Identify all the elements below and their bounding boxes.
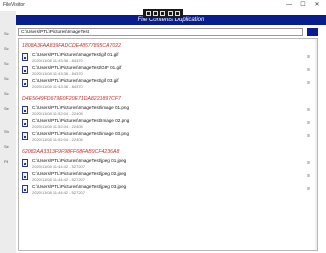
list-item[interactable]: C:\Users\PTL\Pictures\ImageTest\jpeg 01.… (22, 158, 312, 169)
hash-label: 62082AA3313F9F98FF68FAB9CF4236A8 (22, 149, 120, 155)
delete-icon[interactable]: ≡ (307, 107, 310, 113)
file-meta: 2020/11/08 11:44:42 - 527207 (32, 189, 86, 195)
file-icon (22, 119, 28, 127)
file-path: C:\Users\PTL\Pictures\ImageTest\gif 03.g… (32, 78, 119, 83)
file-meta: 2020/11/08 11:44:42 - 527207 (32, 176, 86, 182)
hash-label: 1808A3FAA839FADCDE48577895CA7022 (22, 43, 122, 49)
sidebar-item[interactable]: Sc (4, 76, 16, 81)
file-path: C:\Users\PTL\Pictures\ImageTest\GIF 01.g… (32, 65, 122, 70)
delete-icon[interactable]: ≡ (307, 54, 310, 60)
file-meta: 2020/11/08 11:44:42 - 527207 (32, 163, 86, 169)
list-item[interactable]: C:\Users\PTL\Pictures\ImageTest\Image 02… (22, 118, 312, 129)
list-item[interactable]: C:\Users\PTL\Pictures\ImageTest\jpeg 03.… (22, 184, 312, 195)
file-path: C:\Users\PTL\Pictures\ImageTest\image 03… (32, 131, 130, 136)
file-meta: 2020/11/08 11:43:36 - 84370 (32, 83, 83, 89)
toolbar-expand-icon[interactable] (174, 11, 180, 16)
file-path: C:\Users\PTL\Pictures\ImageTest\Image 02… (32, 118, 130, 123)
file-path: C:\Users\PTL\Pictures\ImageTest\image 01… (32, 105, 130, 110)
file-icon (22, 132, 28, 140)
toolbar-layout-icon[interactable] (160, 11, 166, 16)
scrollbar[interactable] (315, 39, 317, 250)
list-item[interactable]: C:\Users\PTL\Pictures\ImageTest\gif 01.g… (22, 52, 312, 63)
app-title: FileVisitor (3, 2, 25, 8)
list-item[interactable]: C:\Users\PTL\Pictures\ImageTest\image 03… (22, 131, 312, 142)
file-meta: 2020/11/08 11:52:04 - 22405 (32, 136, 83, 142)
delete-icon[interactable]: ≡ (307, 160, 310, 166)
file-icon (22, 66, 28, 74)
file-icon (22, 79, 28, 87)
file-meta: 2020/11/08 11:52:04 - 22405 (32, 123, 83, 129)
list-item[interactable]: C:\Users\PTL\Pictures\ImageTest\jpeg 02.… (22, 171, 312, 182)
sidebar-item[interactable]: Se (4, 144, 16, 149)
toolbar-refresh-icon[interactable] (167, 11, 173, 16)
file-icon (22, 159, 28, 167)
debug-toolbar (143, 9, 183, 18)
list-item[interactable]: C:\Users\PTL\Pictures\ImageTest\gif 03.g… (22, 78, 312, 89)
minimize-button[interactable]: — (282, 1, 296, 10)
results-list: 1808A3FAA839FADCDE48577895CA7022 C:\User… (18, 38, 318, 251)
file-path: C:\Users\PTL\Pictures\ImageTest\jpeg 01.… (32, 158, 127, 163)
delete-icon[interactable]: ≡ (307, 80, 310, 86)
sidebar-item[interactable]: Sh (4, 129, 16, 134)
file-meta: 2020/11/08 11:52:04 - 22405 (32, 110, 83, 116)
file-path: C:\Users\PTL\Pictures\ImageTest\gif 01.g… (32, 52, 119, 57)
duplication-panel: File Contents Duplication C:\Users\PTL\P… (16, 11, 326, 253)
hash-label: D4E5649FD679E0F20E71DA8221897CF7 (22, 96, 121, 102)
delete-icon[interactable]: ≡ (307, 186, 310, 192)
search-button[interactable] (307, 28, 318, 36)
window-controls: — ☐ ✕ (282, 1, 324, 10)
file-icon (22, 185, 28, 193)
list-item[interactable]: C:\Users\PTL\Pictures\ImageTest\GIF 01.g… (22, 65, 312, 76)
file-icon (22, 53, 28, 61)
toolbar-select-icon[interactable] (146, 11, 152, 16)
toolbar-inspect-icon[interactable] (153, 11, 159, 16)
sidebar-item[interactable]: Sc (4, 31, 16, 36)
delete-icon[interactable]: ≡ (307, 133, 310, 139)
list-item[interactable]: C:\Users\PTL\Pictures\ImageTest\image 01… (22, 105, 312, 116)
sidebar: Sc Sc Sc Sc Sc Se Sh Se Fil (0, 11, 16, 253)
sidebar-item[interactable]: Fil (4, 159, 16, 164)
delete-icon[interactable]: ≡ (307, 173, 310, 179)
file-path: C:\Users\PTL\Pictures\ImageTest\jpeg 02.… (32, 171, 127, 176)
path-input[interactable]: C:\Users\PTL\Pictures\ImageTest (18, 28, 303, 36)
file-meta: 2020/11/08 11:43:36 - 84370 (32, 70, 83, 76)
sidebar-item[interactable]: Sc (4, 91, 16, 96)
sidebar-item[interactable]: Sc (4, 61, 16, 66)
close-button[interactable]: ✕ (310, 1, 324, 10)
file-meta: 2020/11/08 11:43:36 - 84370 (32, 57, 83, 63)
delete-icon[interactable]: ≡ (307, 120, 310, 126)
delete-icon[interactable]: ≡ (307, 67, 310, 73)
sidebar-item[interactable]: Se (4, 106, 16, 111)
sidebar-item[interactable]: Sc (4, 46, 16, 51)
file-path: C:\Users\PTL\Pictures\ImageTest\jpeg 03.… (32, 184, 127, 189)
maximize-button[interactable]: ☐ (296, 1, 310, 10)
file-icon (22, 106, 28, 114)
file-icon (22, 172, 28, 180)
